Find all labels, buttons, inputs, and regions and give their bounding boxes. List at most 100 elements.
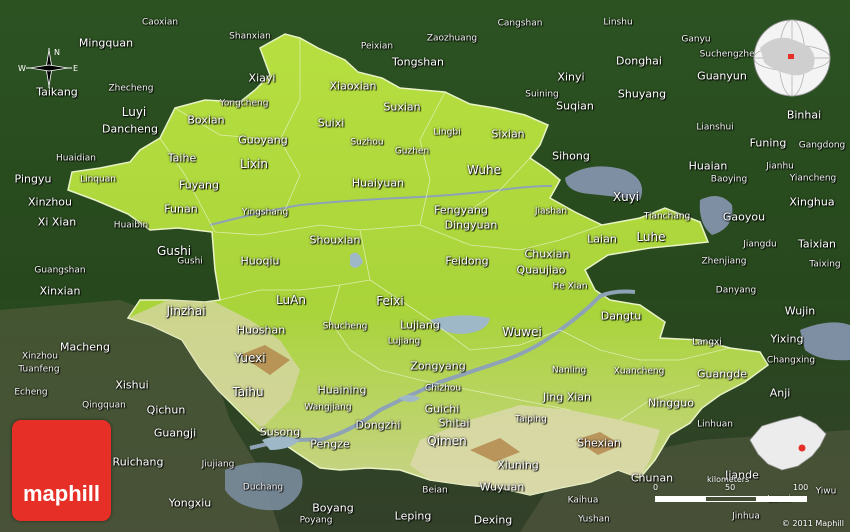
place-label: Xuancheng (613, 366, 665, 377)
place-label: Huaibin (113, 220, 149, 231)
place-label: Huaian (688, 159, 728, 173)
place-label: Dexing (473, 513, 513, 527)
place-label: Echeng (14, 387, 48, 398)
place-label: Tianchang (643, 211, 691, 222)
logo-icon[interactable]: maphill (12, 420, 111, 521)
place-label: Feixi (376, 294, 404, 308)
place-label: Ningguo (648, 396, 694, 410)
place-label: Funan (164, 202, 198, 216)
place-label: Boyang (312, 501, 354, 515)
place-label: Wujin (784, 304, 816, 318)
place-label: Chizhou (424, 383, 462, 394)
place-label: Laian (587, 232, 617, 246)
place-label: Donghai (616, 54, 662, 68)
place-label: Guoyang (238, 133, 288, 147)
place-label: Xiayi (248, 71, 276, 85)
place-label: Luyi (121, 105, 147, 119)
place-label: Gushi (177, 256, 203, 267)
place-label: Xinzhou (27, 195, 73, 209)
place-label: Taihe (167, 151, 197, 165)
place-label: Peixian (360, 41, 394, 52)
place-label: Zongyang (410, 359, 466, 373)
scale-hundred: 100 (793, 483, 809, 492)
place-label: Pengze (310, 437, 350, 451)
place-label: Qimen (427, 434, 467, 448)
place-label: Macheng (60, 340, 110, 354)
place-label: Xi Xian (37, 215, 77, 229)
place-label: Huaiyuan (351, 176, 405, 190)
place-label: Suqian (556, 99, 594, 113)
place-label: Danyang (715, 285, 757, 296)
place-label: Leping (394, 509, 432, 523)
copyright-text: © 2011 Maphill (781, 519, 844, 528)
place-label: Shuyang (617, 87, 667, 101)
place-label: Huaidian (56, 153, 96, 164)
place-label: Yuexi (234, 351, 266, 365)
map-canvas[interactable]: Caoxian Shanxian Cangshan Linshu Peixian Zaoz… (0, 0, 850, 532)
compass-icon: N W E (18, 48, 78, 88)
place-label: LuAn (276, 293, 306, 307)
place-label: Yiancheng (789, 173, 837, 184)
place-label: Funing (749, 136, 787, 150)
place-label: Jinhua (732, 511, 760, 522)
place-label: Wuhe (466, 163, 502, 177)
place-label: Taiping (515, 414, 547, 425)
place-label: Guanyun (697, 69, 747, 83)
place-label: Xinxian (39, 284, 81, 298)
place-label: Jinzhai (166, 304, 206, 318)
place-label: Jianhu (766, 161, 794, 172)
place-label: Yiwu (815, 486, 837, 497)
compass-w: W (18, 64, 26, 73)
place-label: Wangjiang (304, 402, 352, 413)
place-label: Dancheng (102, 122, 158, 136)
place-label: Guzhen (394, 146, 430, 157)
place-label: Cangshan (497, 18, 543, 29)
place-label: Dingyuan (444, 218, 498, 232)
place-label: Huoshan (236, 323, 286, 337)
place-label: Suining (525, 89, 559, 100)
place-label: Yushan (578, 514, 610, 525)
place-label: Poyang (299, 515, 333, 526)
place-label: Taihu (232, 385, 264, 399)
place-label: Xiuning (497, 458, 539, 472)
place-label: Wuyuan (479, 480, 525, 494)
scale-zero: 0 (653, 483, 659, 492)
place-label: Sihong (552, 149, 590, 163)
place-label: Huaining (317, 383, 367, 397)
place-label: Huoqiu (240, 254, 280, 268)
inset-map-icon (749, 415, 827, 471)
place-label: Xiaoxian (329, 79, 377, 93)
place-label: Guangji (153, 426, 197, 440)
place-label: Zhecheng (108, 83, 154, 94)
place-label: Qingquan (82, 400, 126, 411)
place-label: Quaujiao (516, 263, 566, 277)
place-label: Xishui (115, 378, 149, 392)
place-label: Jing Xian (542, 390, 592, 404)
place-label: Sixian (491, 127, 525, 141)
place-label: Yongcheng (219, 98, 269, 109)
place-label: Shanxian (229, 31, 271, 42)
place-label: Duchang (242, 482, 284, 493)
place-label: Shouxian (309, 233, 361, 247)
place-label: Jiujiang (201, 459, 235, 470)
place-label: Dangtu (600, 309, 642, 323)
place-label: Lixin (239, 157, 269, 171)
place-label: Guangshan (34, 265, 86, 276)
place-label: Lianshui (696, 122, 734, 133)
place-label: Gaoyou (722, 210, 766, 224)
place-label: Kaihua (567, 495, 599, 506)
place-label: Susong (259, 425, 301, 439)
place-label: Yingshang (241, 207, 289, 218)
place-label: Linshu (603, 17, 633, 28)
place-label: Baoying (710, 174, 748, 185)
scale-bar-graphic (655, 496, 807, 502)
globe-icon (753, 19, 831, 97)
place-label: He Xian (552, 281, 588, 292)
place-label: Ganyu (681, 34, 711, 45)
place-label: Shexian (577, 436, 621, 450)
place-label: Beian (422, 485, 448, 496)
place-label: Boxian (187, 113, 225, 127)
place-label: Chuxian (524, 247, 570, 261)
place-label: Yongxiu (168, 496, 212, 510)
place-label: Zaozhuang (426, 33, 478, 44)
